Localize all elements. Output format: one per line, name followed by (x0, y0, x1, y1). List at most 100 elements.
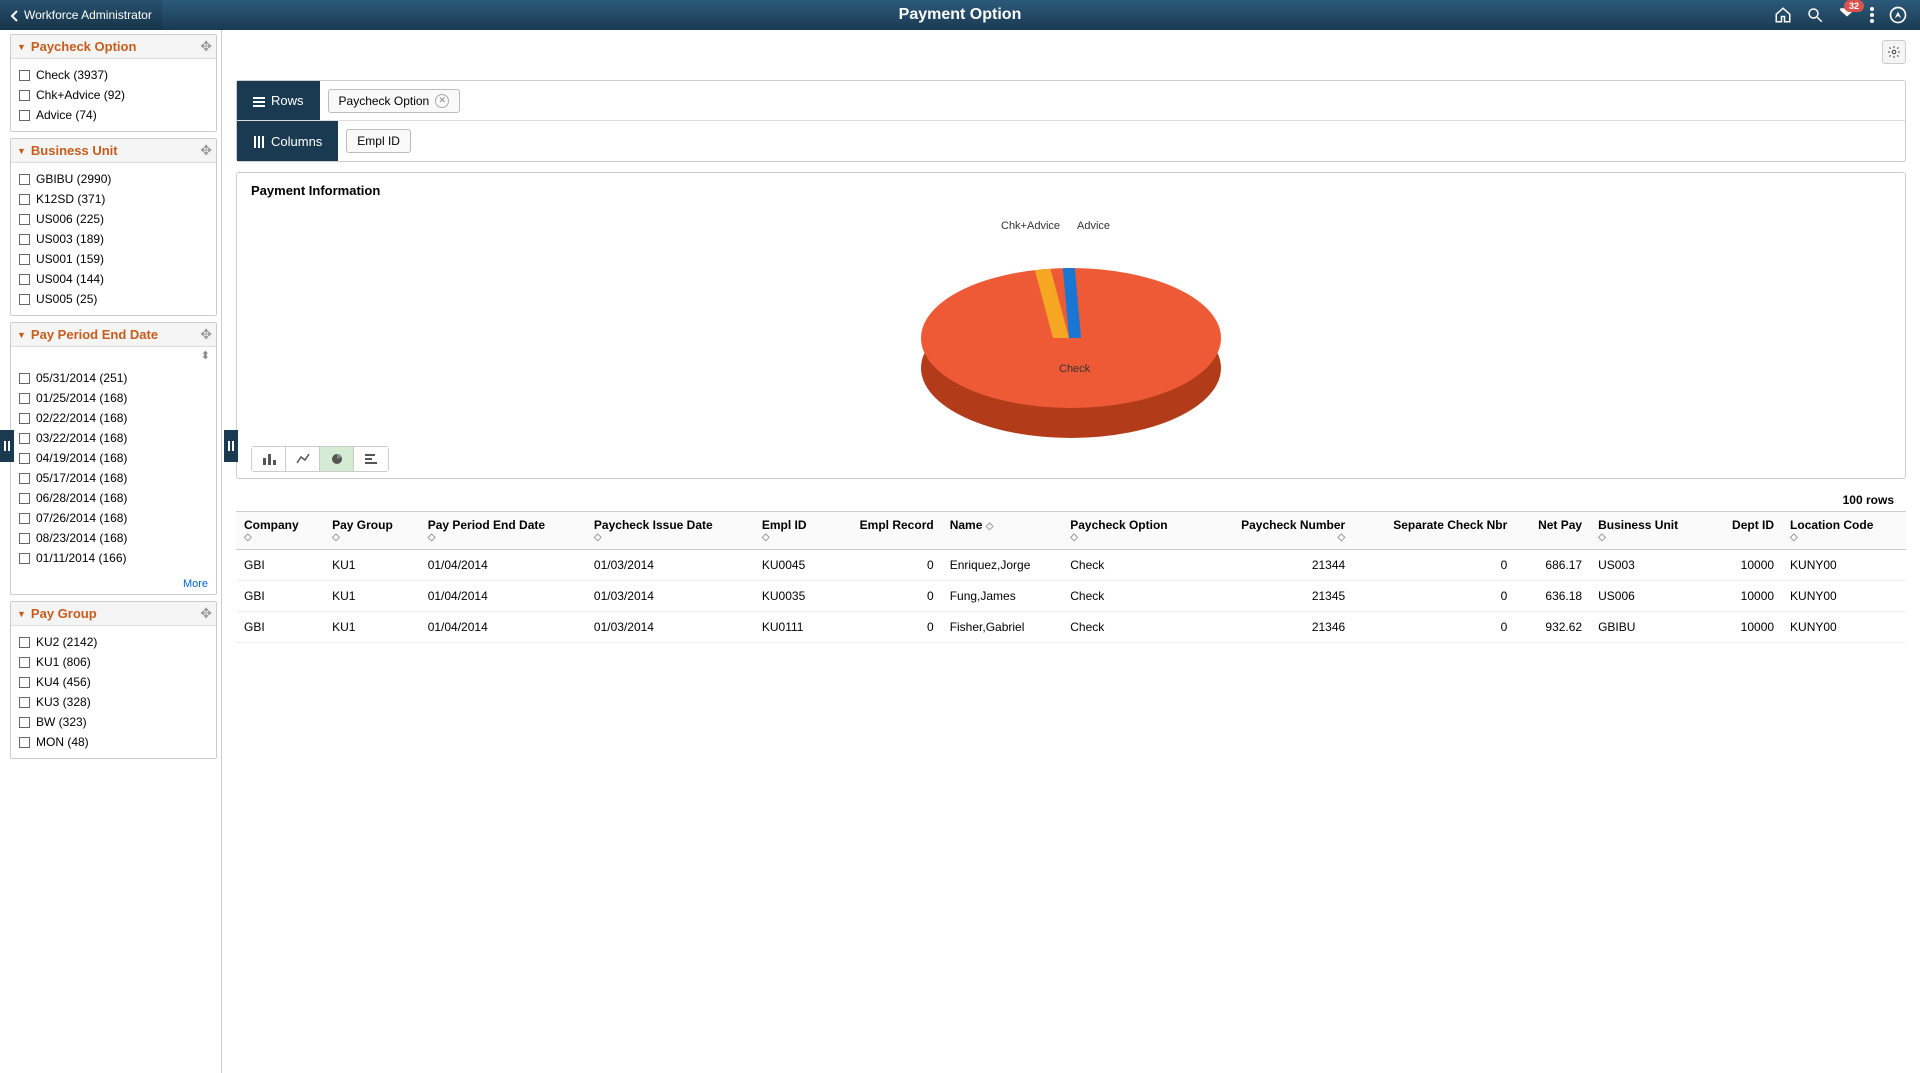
checkbox-icon[interactable] (19, 373, 30, 384)
rows-drop-zone[interactable]: Rows Paycheck Option ✕ (237, 81, 1905, 121)
checkbox-icon[interactable] (19, 657, 30, 668)
close-icon[interactable]: ✕ (435, 94, 449, 108)
col-dept-id[interactable]: Dept ID (1710, 512, 1782, 550)
col-empl-record[interactable]: Empl Record (830, 512, 942, 550)
checkbox-icon[interactable] (19, 393, 30, 404)
move-handle-icon[interactable]: ✥ (200, 38, 212, 55)
col-separate-check[interactable]: Separate Check Nbr (1353, 512, 1515, 550)
home-icon[interactable] (1774, 6, 1792, 24)
hbar-chart-button[interactable] (354, 447, 388, 471)
facet-item[interactable]: 02/22/2014 (168) (19, 408, 208, 428)
facet-item[interactable]: 08/23/2014 (168) (19, 528, 208, 548)
facet-item[interactable]: KU3 (328) (19, 692, 208, 712)
table-row[interactable]: GBIKU101/04/201401/03/2014KU00450Enrique… (236, 550, 1906, 581)
checkbox-icon[interactable] (19, 110, 30, 121)
line-chart-icon (296, 452, 310, 467)
checkbox-icon[interactable] (19, 214, 30, 225)
move-handle-icon[interactable]: ✥ (200, 326, 212, 343)
checkbox-icon[interactable] (19, 413, 30, 424)
collapse-panel-left[interactable] (0, 430, 14, 462)
back-button[interactable]: Workforce Administrator (0, 0, 162, 30)
facet-item[interactable]: K12SD (371) (19, 189, 208, 209)
facet-item[interactable]: 06/28/2014 (168) (19, 488, 208, 508)
col-pay-period-end[interactable]: Pay Period End Date◇ (420, 512, 586, 550)
settings-button[interactable] (1882, 40, 1906, 64)
facet-item[interactable]: Check (3937) (19, 65, 208, 85)
checkbox-icon[interactable] (19, 433, 30, 444)
notifications-icon[interactable]: 32 (1838, 6, 1856, 24)
facet-header-paycheck-option[interactable]: ▼ Paycheck Option ✥ (11, 35, 216, 59)
facet-item[interactable]: 05/31/2014 (251) (19, 368, 208, 388)
col-paycheck-number[interactable]: Paycheck Number◇ (1204, 512, 1354, 550)
line-chart-button[interactable] (286, 447, 320, 471)
checkbox-icon[interactable] (19, 533, 30, 544)
compass-icon[interactable] (1888, 5, 1908, 25)
bar-chart-button[interactable] (252, 447, 286, 471)
pie-chart-button[interactable] (320, 447, 354, 471)
facet-item[interactable]: US005 (25) (19, 289, 208, 309)
facet-item[interactable]: 01/25/2014 (168) (19, 388, 208, 408)
facet-item[interactable]: Chk+Advice (92) (19, 85, 208, 105)
checkbox-icon[interactable] (19, 174, 30, 185)
sort-icon[interactable]: ⬍ (11, 347, 216, 362)
facet-item[interactable]: KU2 (2142) (19, 632, 208, 652)
checkbox-icon[interactable] (19, 513, 30, 524)
facet-item[interactable]: 04/19/2014 (168) (19, 448, 208, 468)
checkbox-icon[interactable] (19, 194, 30, 205)
col-location-code[interactable]: Location Code◇ (1782, 512, 1906, 550)
table-row[interactable]: GBIKU101/04/201401/03/2014KU01110Fisher,… (236, 612, 1906, 643)
col-business-unit[interactable]: Business Unit◇ (1590, 512, 1710, 550)
checkbox-icon[interactable] (19, 453, 30, 464)
checkbox-icon[interactable] (19, 697, 30, 708)
rows-icon (253, 93, 265, 108)
col-empl-id[interactable]: Empl ID◇ (754, 512, 830, 550)
col-net-pay[interactable]: Net Pay (1515, 512, 1590, 550)
checkbox-icon[interactable] (19, 677, 30, 688)
chip-empl-id[interactable]: Empl ID (346, 129, 411, 153)
facet-header-pay-group[interactable]: ▼ Pay Group ✥ (11, 602, 216, 626)
facet-more-link[interactable]: More (11, 574, 216, 594)
facet-item[interactable]: US004 (144) (19, 269, 208, 289)
facet-item[interactable]: 01/11/2014 (166) (19, 548, 208, 568)
checkbox-icon[interactable] (19, 493, 30, 504)
checkbox-icon[interactable] (19, 473, 30, 484)
facet-item[interactable]: US001 (159) (19, 249, 208, 269)
checkbox-icon[interactable] (19, 90, 30, 101)
columns-drop-zone[interactable]: Columns Empl ID (237, 121, 1905, 161)
move-handle-icon[interactable]: ✥ (200, 605, 212, 622)
checkbox-icon[interactable] (19, 70, 30, 81)
checkbox-icon[interactable] (19, 234, 30, 245)
checkbox-icon[interactable] (19, 294, 30, 305)
col-name[interactable]: Name ◇ (942, 512, 1063, 550)
col-paycheck-issue[interactable]: Paycheck Issue Date◇ (586, 512, 754, 550)
facet-item[interactable]: 05/17/2014 (168) (19, 468, 208, 488)
search-icon[interactable] (1806, 6, 1824, 24)
facet-item[interactable]: GBIBU (2990) (19, 169, 208, 189)
facet-header-pay-period[interactable]: ▼ Pay Period End Date ✥ (11, 323, 216, 347)
facet-item[interactable]: US003 (189) (19, 229, 208, 249)
chart-card: Payment Information Chk+Advice Advice Ch… (236, 172, 1906, 479)
facet-item[interactable]: Advice (74) (19, 105, 208, 125)
more-menu-icon[interactable] (1870, 7, 1874, 23)
col-company[interactable]: Company◇ (236, 512, 324, 550)
facet-item[interactable]: KU4 (456) (19, 672, 208, 692)
collapse-panel-right[interactable] (224, 430, 238, 462)
facet-item[interactable]: US006 (225) (19, 209, 208, 229)
checkbox-icon[interactable] (19, 553, 30, 564)
facet-item[interactable]: 03/22/2014 (168) (19, 428, 208, 448)
checkbox-icon[interactable] (19, 254, 30, 265)
checkbox-icon[interactable] (19, 717, 30, 728)
facet-item[interactable]: 07/26/2014 (168) (19, 508, 208, 528)
facet-item[interactable]: BW (323) (19, 712, 208, 732)
checkbox-icon[interactable] (19, 274, 30, 285)
checkbox-icon[interactable] (19, 737, 30, 748)
col-pay-group[interactable]: Pay Group◇ (324, 512, 420, 550)
table-row[interactable]: GBIKU101/04/201401/03/2014KU00350Fung,Ja… (236, 581, 1906, 612)
checkbox-icon[interactable] (19, 637, 30, 648)
facet-item[interactable]: MON (48) (19, 732, 208, 752)
col-paycheck-option[interactable]: Paycheck Option◇ (1062, 512, 1203, 550)
facet-header-business-unit[interactable]: ▼ Business Unit ✥ (11, 139, 216, 163)
chip-paycheck-option[interactable]: Paycheck Option ✕ (328, 89, 461, 113)
move-handle-icon[interactable]: ✥ (200, 142, 212, 159)
facet-item[interactable]: KU1 (806) (19, 652, 208, 672)
